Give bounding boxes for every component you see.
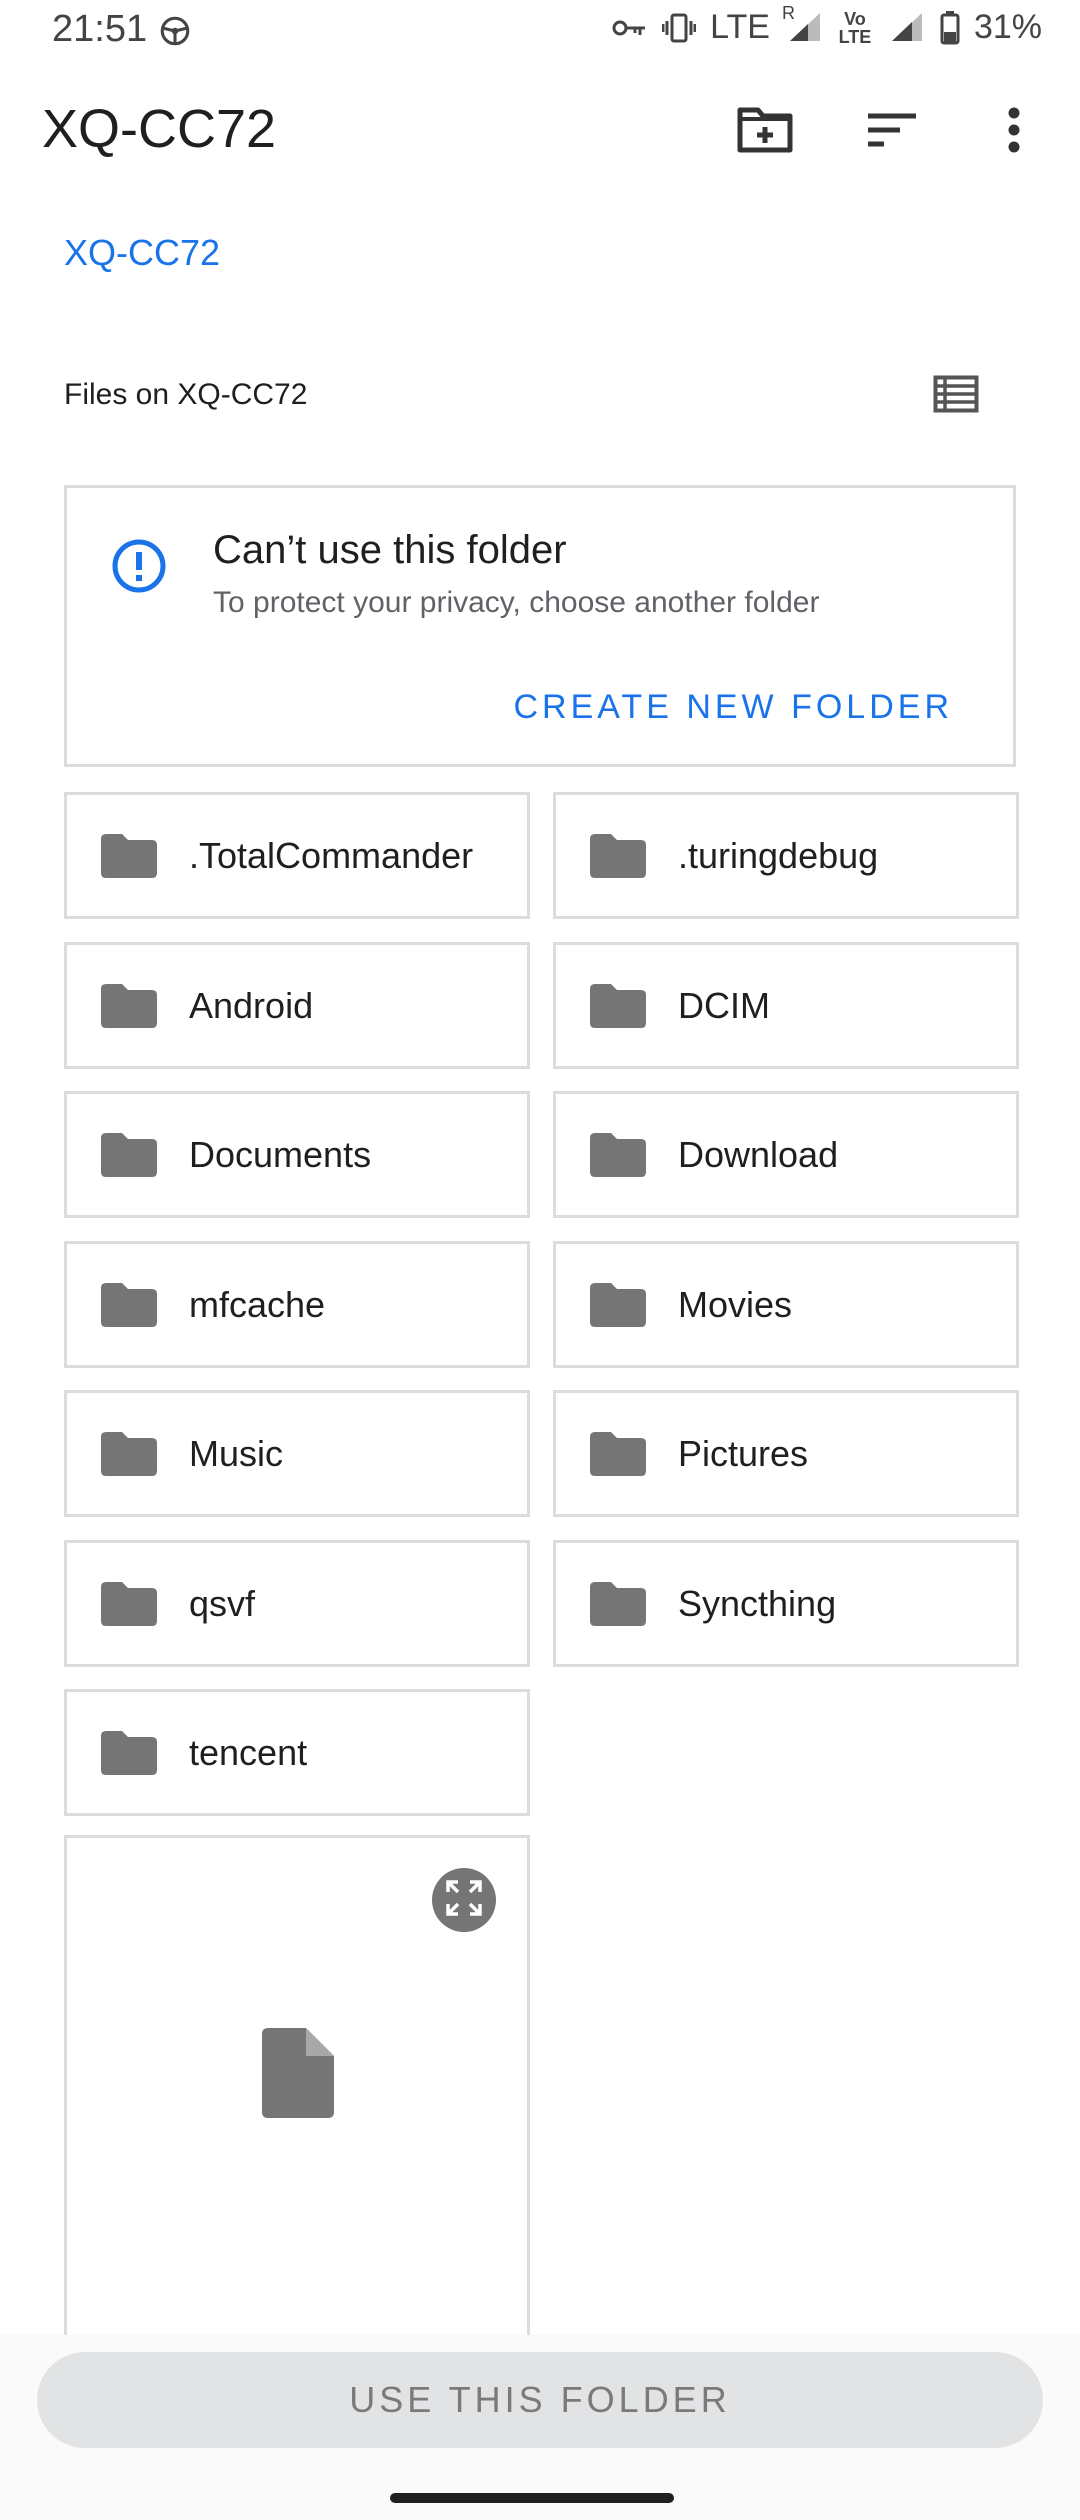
steering-wheel-icon <box>158 14 192 53</box>
folder-icon <box>101 1730 157 1775</box>
folder-label: Android <box>189 984 314 1026</box>
expand-button[interactable] <box>432 1868 496 1932</box>
bottom-bar: USE THIS FOLDER <box>0 2335 1080 2520</box>
folder-tile[interactable]: Syncthing <box>553 1540 1019 1667</box>
folder-label: Movies <box>678 1283 793 1325</box>
folder-tile[interactable]: qsvf <box>64 1540 530 1667</box>
file-card[interactable] <box>64 1835 530 2355</box>
expand-icon <box>444 1878 484 1923</box>
battery-icon <box>940 10 960 45</box>
roaming-label: R <box>781 2 795 23</box>
folder-icon <box>590 1282 646 1327</box>
folder-tile[interactable]: Music <box>64 1390 530 1517</box>
more-vert-icon <box>1006 107 1022 158</box>
info-icon <box>111 538 167 599</box>
folder-label: Documents <box>189 1133 372 1175</box>
folder-icon <box>590 833 646 878</box>
new-folder-button[interactable] <box>729 96 801 168</box>
more-options-button[interactable] <box>978 96 1050 168</box>
vibrate-icon <box>662 13 697 43</box>
folder-label: qsvf <box>189 1582 256 1624</box>
folder-label: .TotalCommander <box>189 834 474 876</box>
folder-label: Music <box>189 1432 284 1474</box>
folder-icon <box>101 983 157 1028</box>
create-new-folder-button[interactable]: CREATE NEW FOLDER <box>513 688 953 727</box>
folder-label: Pictures <box>678 1432 809 1474</box>
folder-tile[interactable]: Pictures <box>553 1390 1019 1517</box>
breadcrumb[interactable]: XQ-CC72 <box>64 232 220 274</box>
sort-icon <box>866 112 918 153</box>
folder-tile[interactable]: mfcache <box>64 1241 530 1368</box>
folder-icon <box>101 1132 157 1177</box>
folder-icon <box>590 1431 646 1476</box>
folder-tile[interactable]: Documents <box>64 1091 530 1218</box>
folder-label: .turingdebug <box>678 834 879 876</box>
page-title: XQ-CC72 <box>42 99 277 159</box>
folder-icon <box>101 833 157 878</box>
warning-subtitle: To protect your privacy, choose another … <box>213 586 820 619</box>
signal-icon: R <box>782 3 824 45</box>
section-header: Files on XQ-CC72 <box>64 378 308 411</box>
battery-percent: 31% <box>973 8 1042 46</box>
folder-icon <box>590 1581 646 1626</box>
status-bar: 21:51 LTE R Vo LTE 31% <box>0 0 1080 64</box>
folder-icon <box>101 1581 157 1626</box>
status-time: 21:51 <box>52 8 148 50</box>
folder-tile[interactable]: DCIM <box>553 942 1019 1069</box>
document-icon <box>262 2028 334 2123</box>
folder-tile[interactable]: Movies <box>553 1241 1019 1368</box>
folder-tile[interactable]: tencent <box>64 1689 530 1816</box>
folder-tile[interactable]: .turingdebug <box>553 792 1019 919</box>
warning-title: Can’t use this folder <box>213 528 567 572</box>
signal-icon <box>886 11 926 45</box>
folder-tile[interactable]: Android <box>64 942 530 1069</box>
gesture-home-bar[interactable] <box>390 2493 674 2503</box>
vpn-key-icon <box>612 17 648 39</box>
lte-label: LTE <box>710 8 770 46</box>
list-view-icon <box>933 375 979 418</box>
folder-icon <box>101 1431 157 1476</box>
folder-label: tencent <box>189 1731 308 1773</box>
folder-label: Download <box>678 1133 839 1175</box>
folder-label: DCIM <box>678 984 770 1026</box>
folder-icon <box>590 983 646 1028</box>
warning-card: Can’t use this folder To protect your pr… <box>64 485 1016 767</box>
folder-icon <box>101 1282 157 1327</box>
folder-tile[interactable]: .TotalCommander <box>64 792 530 919</box>
folder-label: Syncthing <box>678 1582 837 1624</box>
volte-label: Vo LTE <box>838 8 872 47</box>
folder-label: mfcache <box>189 1283 326 1325</box>
folder-icon <box>590 1132 646 1177</box>
use-this-folder-button[interactable]: USE THIS FOLDER <box>37 2352 1043 2448</box>
new-folder-icon <box>737 107 793 158</box>
app-bar: XQ-CC72 <box>0 70 1080 190</box>
list-view-toggle[interactable] <box>928 368 984 424</box>
sort-button[interactable] <box>856 96 928 168</box>
folder-tile[interactable]: Download <box>553 1091 1019 1218</box>
